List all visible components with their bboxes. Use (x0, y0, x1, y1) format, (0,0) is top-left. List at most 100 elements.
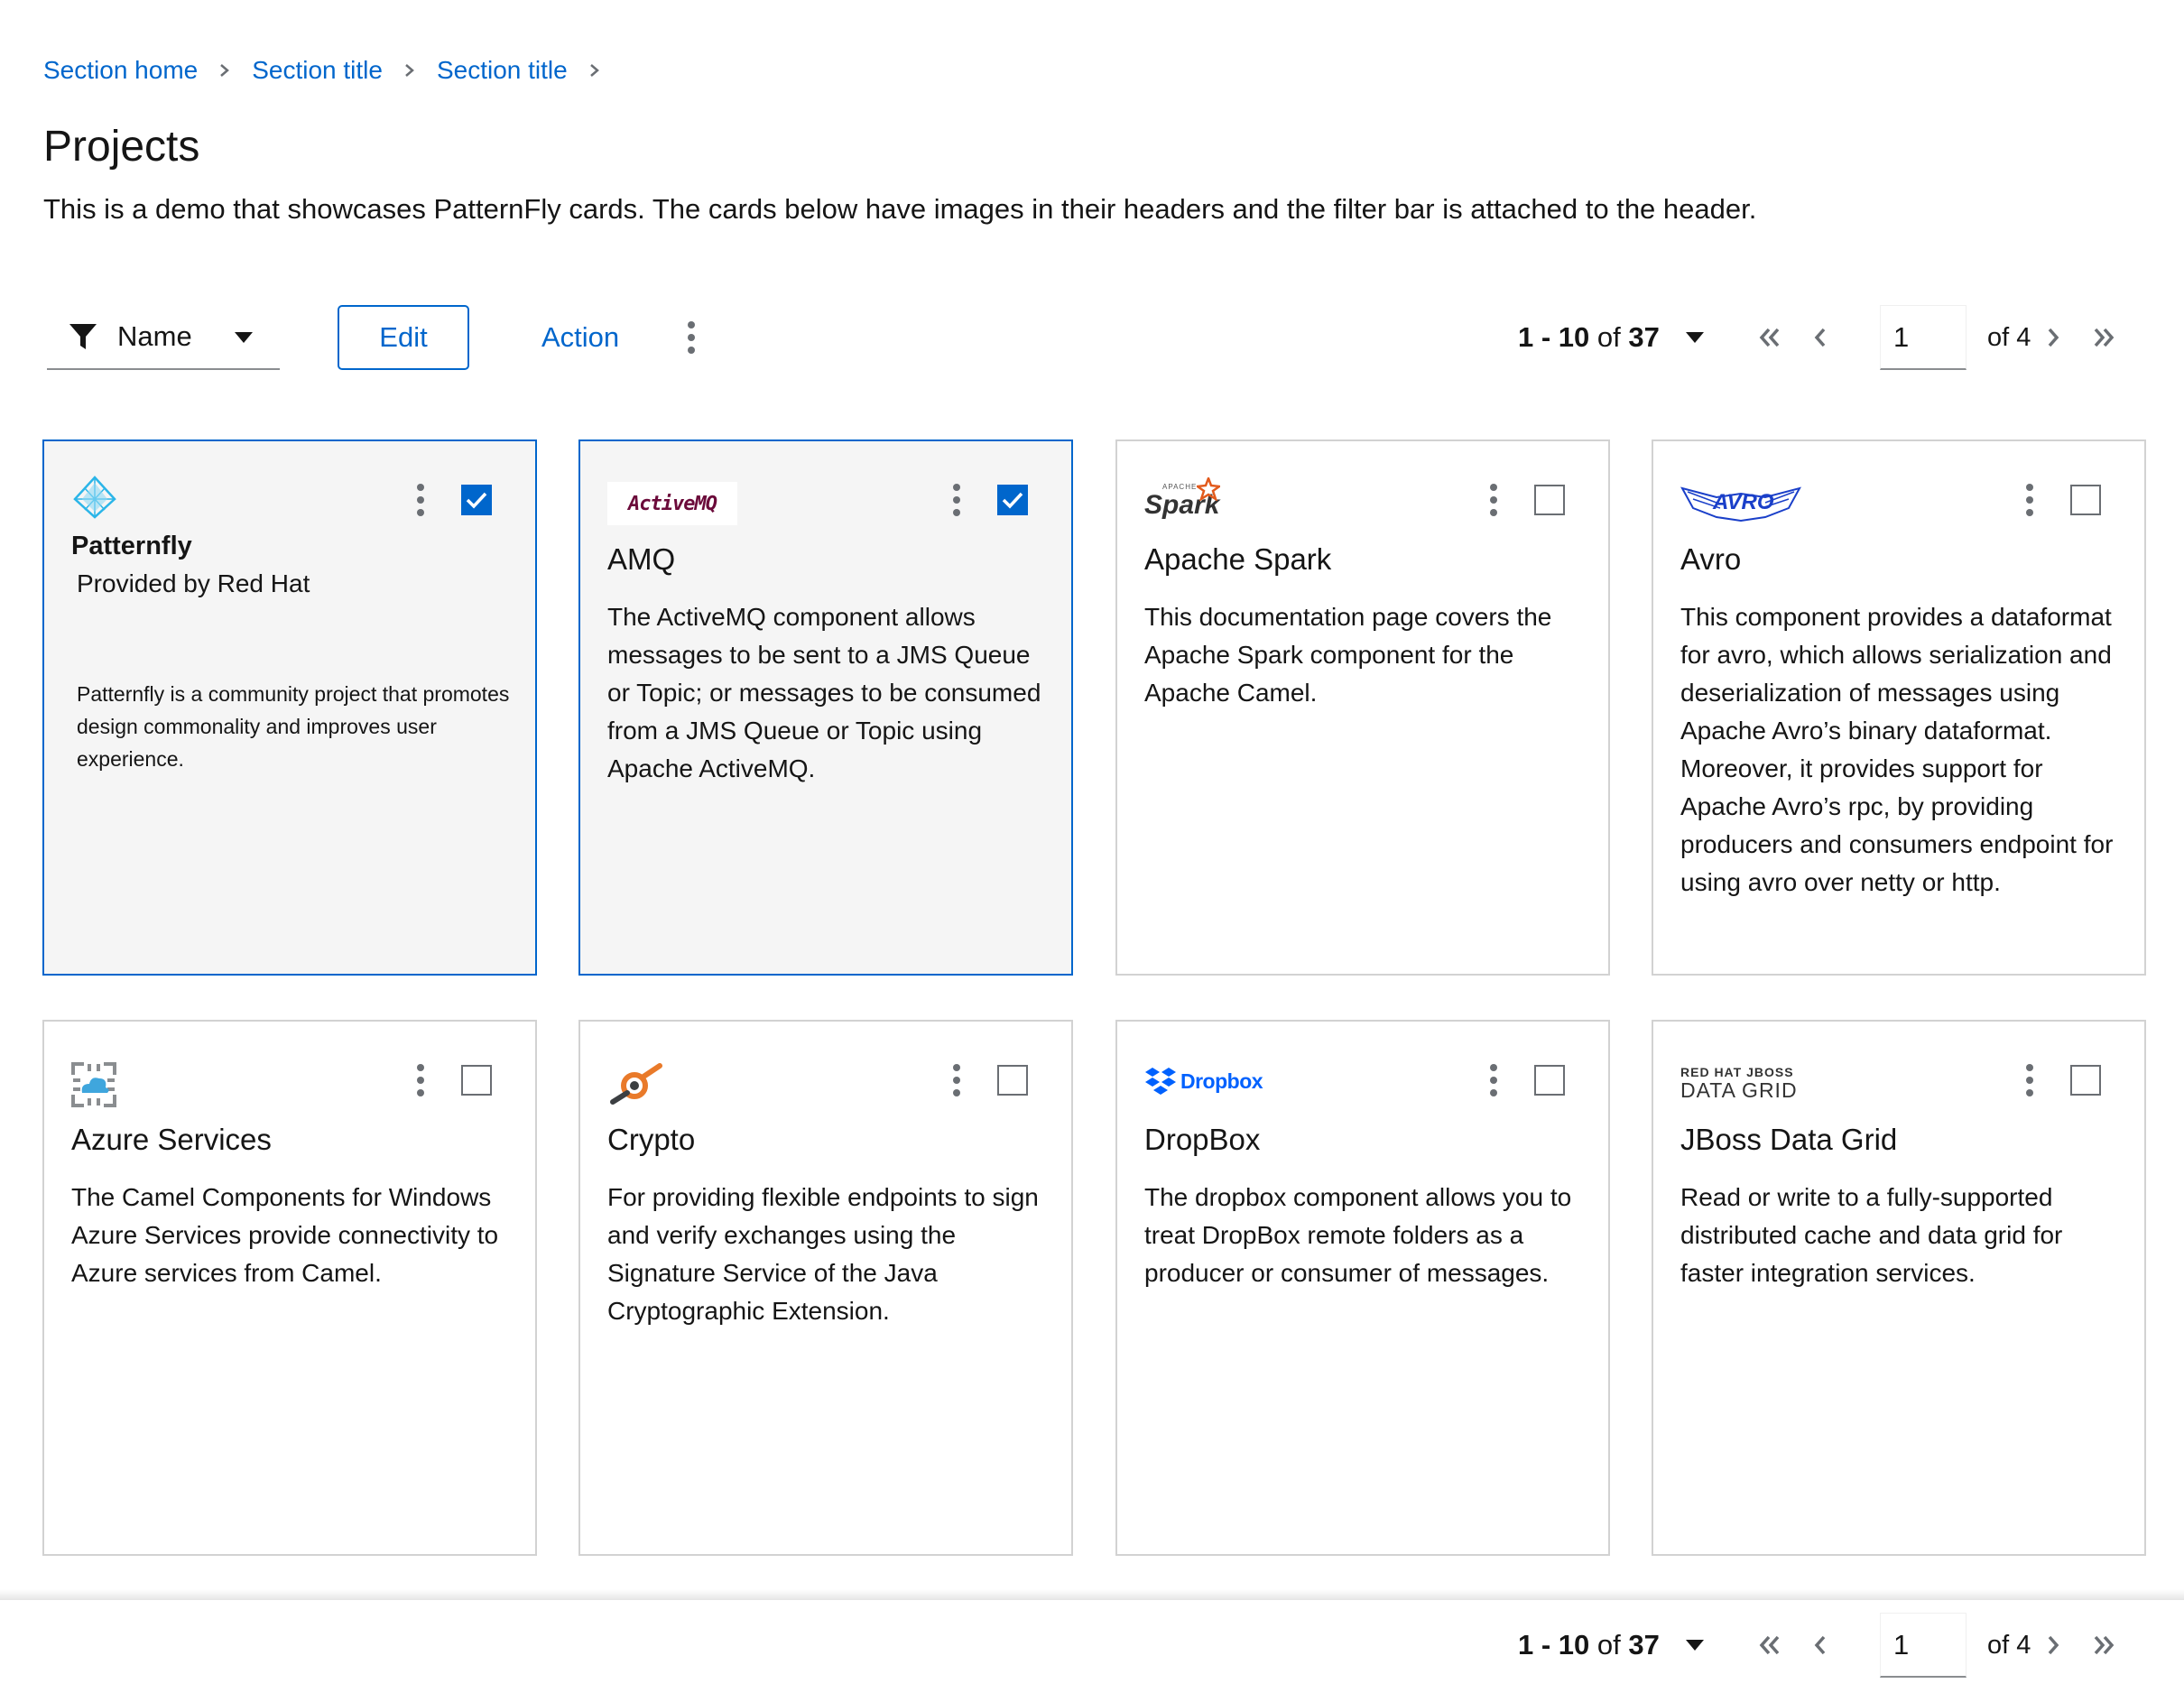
pagination-of-word: of (1596, 321, 1621, 353)
page-title: Projects (43, 123, 200, 171)
spark-logo: APACHE Spark (1144, 477, 1235, 528)
chevron-right-icon (383, 63, 437, 78)
activemq-logo-text: ActiveMQ (607, 482, 737, 525)
card-kebab-icon[interactable] (407, 482, 434, 518)
spark-star-icon (1197, 477, 1220, 501)
avro-logo: AVRO (1680, 481, 1801, 524)
dropbox-icon (1145, 1068, 1176, 1095)
card-body: For providing flexible endpoints to sign… (607, 1183, 1039, 1325)
page-total-label: of 4 (1987, 1630, 2031, 1660)
card-title: Apache Spark (1144, 542, 1332, 576)
card-body: Read or write to a fully-supported distr… (1680, 1183, 2063, 1287)
dropbox-logo-text: Dropbox (1180, 1069, 1263, 1093)
pagination-total: 37 (1628, 321, 1660, 353)
edit-button[interactable]: Edit (338, 305, 469, 370)
card-azure-services[interactable]: Azure Services The Camel Components for … (42, 1020, 537, 1556)
next-page-button[interactable] (2031, 305, 2076, 370)
avro-logo-text: AVRO (1713, 490, 1774, 514)
last-page-button[interactable] (2081, 305, 2126, 370)
next-page-button[interactable] (2031, 1613, 2076, 1678)
card-kebab-icon[interactable] (1480, 482, 1507, 518)
first-page-button[interactable] (1747, 1613, 1792, 1678)
card-body: The ActiveMQ component allows messages t… (607, 603, 1041, 782)
pagination-range: 1 - 10 (1518, 1629, 1590, 1661)
activemq-logo: ActiveMQ (607, 482, 737, 525)
page-number-input[interactable] (1880, 305, 1967, 370)
filter-select[interactable]: Name (47, 305, 280, 370)
card-kebab-icon[interactable] (1480, 1062, 1507, 1098)
card-avro[interactable]: AVRO Avro This component provides a data… (1652, 439, 2146, 976)
angle-double-left-icon (1759, 328, 1780, 347)
card-body: The Camel Components for Windows Azure S… (71, 1183, 499, 1287)
caret-down-icon[interactable] (1686, 332, 1704, 343)
pagination-count[interactable]: 1 - 10 of 37 (1518, 1613, 1660, 1678)
card-checkbox[interactable] (2070, 1065, 2101, 1096)
first-page-button[interactable] (1747, 305, 1792, 370)
angle-double-right-icon (2094, 1635, 2115, 1655)
card-kebab-icon[interactable] (2016, 482, 2043, 518)
action-button[interactable]: Action (527, 305, 634, 370)
chevron-right-icon (568, 63, 622, 78)
angle-double-right-icon (2094, 328, 2115, 347)
patternfly-logo (71, 470, 118, 524)
angle-left-icon (1814, 328, 1826, 347)
page-number-input[interactable] (1880, 1613, 1967, 1678)
card-title: Avro (1680, 542, 1742, 576)
pagination-total: 37 (1628, 1629, 1660, 1661)
card-checkbox[interactable] (1534, 1065, 1565, 1096)
card-amq[interactable]: ActiveMQ AMQ The ActiveMQ component allo… (578, 439, 1073, 976)
card-kebab-icon[interactable] (407, 1062, 434, 1098)
card-subtitle: Provided by Red Hat (77, 569, 310, 597)
card-dropbox[interactable]: Dropbox DropBox The dropbox component al… (1115, 1020, 1610, 1556)
card-title: DropBox (1144, 1123, 1261, 1156)
angle-left-icon (1814, 1635, 1826, 1655)
card-kebab-icon[interactable] (2016, 1062, 2043, 1098)
filter-icon (69, 324, 97, 349)
jboss-logo: RED HAT JBOSS DATA GRID (1680, 1065, 1798, 1101)
filter-select-label: Name (117, 320, 192, 352)
pagination-count[interactable]: 1 - 10 of 37 (1518, 305, 1660, 370)
pagination-of-word: of (1596, 1629, 1621, 1661)
card-checkbox[interactable] (1534, 485, 1565, 515)
page-header: Section home Section title Section title… (0, 0, 2184, 400)
card-apache-spark[interactable]: APACHE Spark Apache Spark This documenta… (1115, 439, 1610, 976)
angle-right-icon (2048, 1635, 2059, 1655)
toolbar-kebab-icon[interactable] (673, 305, 709, 370)
breadcrumb-item-section-title-1[interactable]: Section title (252, 56, 383, 85)
card-checkbox[interactable] (461, 1065, 492, 1096)
footer-shadow (0, 1589, 2184, 1600)
last-page-button[interactable] (2081, 1613, 2126, 1678)
previous-page-button[interactable] (1798, 1613, 1843, 1678)
card-title: Crypto (607, 1123, 696, 1156)
check-icon (466, 492, 487, 509)
dropbox-logo: Dropbox (1144, 1061, 1263, 1101)
card-crypto[interactable]: Crypto For providing flexible endpoints … (578, 1020, 1073, 1556)
card-kebab-icon[interactable] (943, 1062, 970, 1098)
chevron-right-icon (198, 63, 252, 78)
toolbar: Name Edit Action 1 - 10 of 37 of 4 (0, 298, 2184, 374)
card-checkbox[interactable] (2070, 485, 2101, 515)
pagination-range: 1 - 10 (1518, 321, 1590, 353)
card-title: Patternfly (71, 532, 192, 560)
card-gallery: Patternfly Provided by Red Hat Patternfl… (0, 400, 2184, 1600)
caret-down-icon[interactable] (1686, 1640, 1704, 1651)
breadcrumb-item-section-home[interactable]: Section home (43, 56, 198, 85)
card-checkbox[interactable] (997, 1065, 1028, 1096)
page-total-label: of 4 (1987, 322, 2031, 352)
card-checkbox[interactable] (997, 485, 1028, 515)
card-jboss-data-grid[interactable]: RED HAT JBOSS DATA GRID JBoss Data Grid … (1652, 1020, 2146, 1556)
check-icon (1002, 492, 1023, 509)
card-title: Azure Services (71, 1123, 272, 1156)
angle-right-icon (2048, 328, 2059, 347)
crypto-logo (607, 1058, 667, 1112)
card-body: This component provides a dataformat for… (1680, 603, 2114, 896)
card-patternfly[interactable]: Patternfly Provided by Red Hat Patternfl… (42, 439, 537, 976)
breadcrumb-item-section-title-2[interactable]: Section title (437, 56, 568, 85)
card-kebab-icon[interactable] (943, 482, 970, 518)
jboss-logo-text-top: RED HAT JBOSS (1680, 1064, 1794, 1079)
previous-page-button[interactable] (1798, 305, 1843, 370)
card-title: AMQ (607, 542, 676, 576)
breadcrumb: Section home Section title Section title (43, 56, 622, 85)
card-checkbox[interactable] (461, 485, 492, 515)
card-body: The dropbox component allows you to trea… (1144, 1183, 1572, 1287)
